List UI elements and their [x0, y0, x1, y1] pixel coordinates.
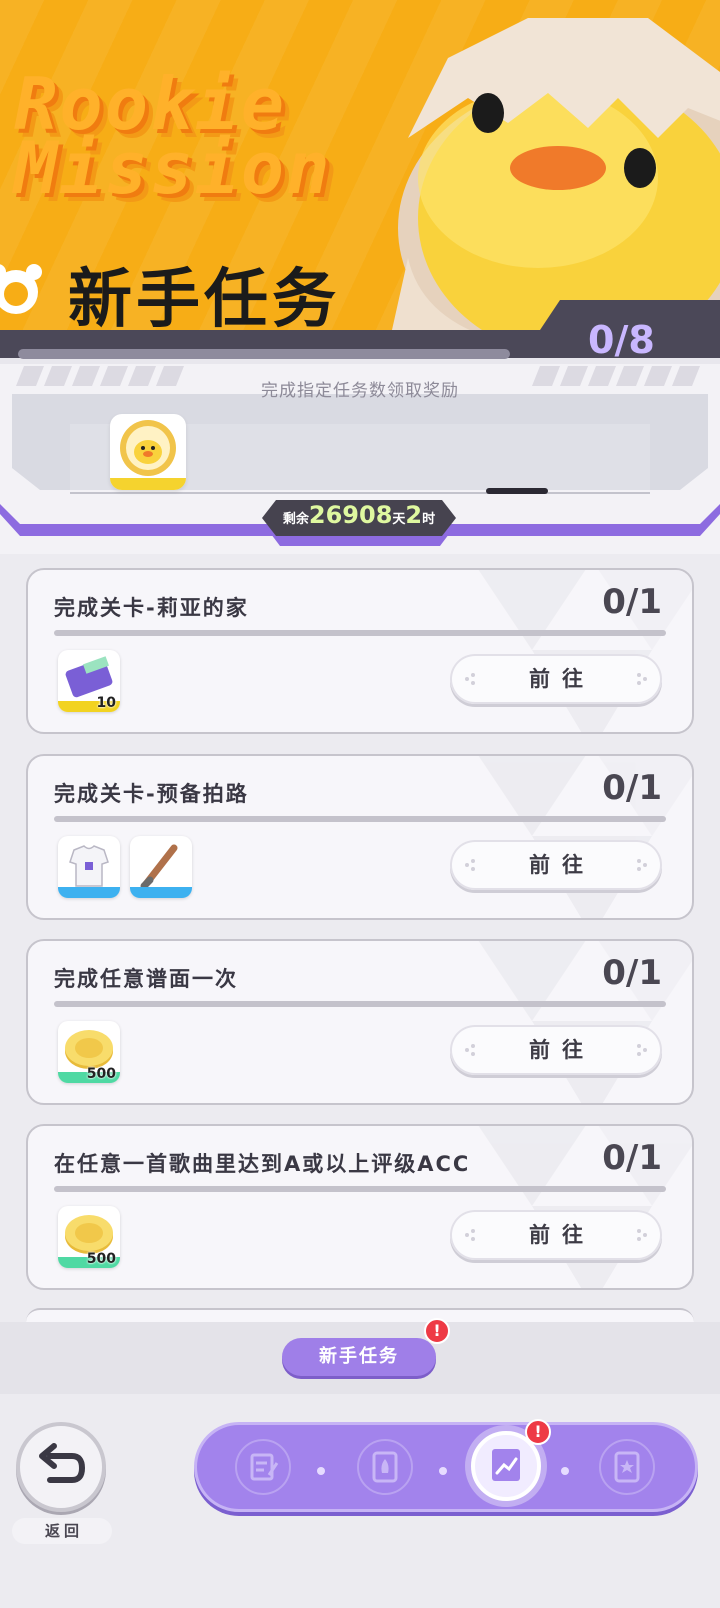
panel-hint: 完成指定任务数领取奖励	[261, 381, 459, 401]
timer-prefix: 剩余	[282, 512, 309, 527]
go-button-label: 前往	[529, 667, 595, 691]
task-title: 在任意一首歌曲里达到A或以上评级ACC	[54, 1152, 471, 1176]
dots-decoration-icon	[637, 673, 647, 685]
timer-hours-unit: 时	[422, 512, 436, 527]
rocket-icon	[372, 1451, 398, 1483]
task-progress: 0/1	[602, 1138, 662, 1178]
title-english: Rookie Mission	[14, 62, 332, 210]
go-button-label: 前往	[529, 853, 595, 877]
timer-hours: 2	[405, 501, 423, 529]
nav-separator-dot	[561, 1467, 569, 1475]
dots-decoration-icon	[637, 859, 647, 871]
task-progress: 0/1	[602, 768, 662, 808]
task-divider	[54, 816, 666, 822]
chick-in-egg-icon	[390, 18, 720, 338]
timer-days-unit: 天	[392, 512, 406, 527]
task-divider	[54, 1186, 666, 1192]
task-progress: 0/1	[602, 582, 662, 622]
timer-days: 26908	[308, 501, 393, 529]
task-progress: 0/1	[602, 953, 662, 993]
task-list-icon	[250, 1453, 279, 1481]
reward-item[interactable]	[58, 836, 120, 898]
go-button[interactable]: 前往	[450, 840, 662, 890]
reward-item[interactable]: 500	[58, 1021, 120, 1083]
nav-star-clipboard[interactable]	[599, 1439, 655, 1495]
rarity-stripe	[110, 478, 186, 490]
task-divider	[54, 630, 666, 636]
reward-item[interactable]: 500	[58, 1206, 120, 1268]
nav-task-list[interactable]	[235, 1439, 291, 1495]
tab-alert-badge: !	[424, 1318, 450, 1344]
milestone-reward-item[interactable]	[110, 414, 186, 490]
nav-separator-dot	[317, 1467, 325, 1475]
go-button[interactable]: 前往	[450, 654, 662, 704]
hero-banner: Rookie Mission 新手任务	[0, 0, 720, 338]
task-title: 完成任意谱面一次	[54, 967, 238, 991]
go-button[interactable]: 前往	[450, 1025, 662, 1075]
remaining-time: 剩余26908天2时	[262, 501, 456, 529]
reward-quantity: 500	[86, 1066, 116, 1082]
go-button-label: 前往	[529, 1223, 595, 1247]
dots-decoration-icon	[465, 1044, 475, 1056]
rarity-stripe	[58, 887, 120, 898]
dots-decoration-icon	[465, 859, 475, 871]
return-arrow-icon	[39, 1443, 86, 1483]
back-button[interactable]	[16, 1422, 106, 1512]
go-button[interactable]: 前往	[450, 1210, 662, 1260]
task-divider	[54, 1001, 666, 1007]
task-card: 在任意一首歌曲里达到A或以上评级ACC 0/1 前往 500	[26, 1124, 694, 1290]
growth-chart-icon	[492, 1449, 520, 1481]
dots-decoration-icon	[637, 1044, 647, 1056]
reward-quantity: 10	[96, 695, 116, 711]
task-card: 完成任意谱面一次 0/1 前往 500	[26, 939, 694, 1105]
reward-quantity: 500	[86, 1251, 116, 1267]
go-button-label: 前往	[529, 1038, 595, 1062]
rarity-stripe	[130, 887, 192, 898]
reward-item[interactable]: 10	[58, 650, 120, 712]
dots-decoration-icon	[465, 1229, 475, 1241]
nav-separator-dot	[439, 1467, 447, 1475]
next-card-edge	[26, 1308, 694, 1322]
progress-track	[18, 349, 510, 359]
task-title: 完成关卡-莉亚的家	[54, 596, 249, 620]
star-clipboard-icon	[614, 1451, 640, 1483]
task-card: 完成关卡-预备拍路 0/1 前往	[26, 754, 694, 920]
progress-count: 0/8	[588, 318, 655, 362]
dots-decoration-icon	[637, 1229, 647, 1241]
task-title: 完成关卡-预备拍路	[54, 782, 249, 806]
reward-item[interactable]	[130, 836, 192, 898]
tab-rookie-mission[interactable]: 新手任务	[282, 1338, 436, 1376]
back-label: 返回	[12, 1518, 112, 1544]
nav-alert-badge: !	[525, 1419, 551, 1445]
task-card: 完成关卡-莉亚的家 0/1 前往 10	[26, 568, 694, 734]
dots-decoration-icon	[465, 673, 475, 685]
bottom-nav: !	[194, 1419, 698, 1512]
nav-rocket[interactable]	[357, 1439, 413, 1495]
